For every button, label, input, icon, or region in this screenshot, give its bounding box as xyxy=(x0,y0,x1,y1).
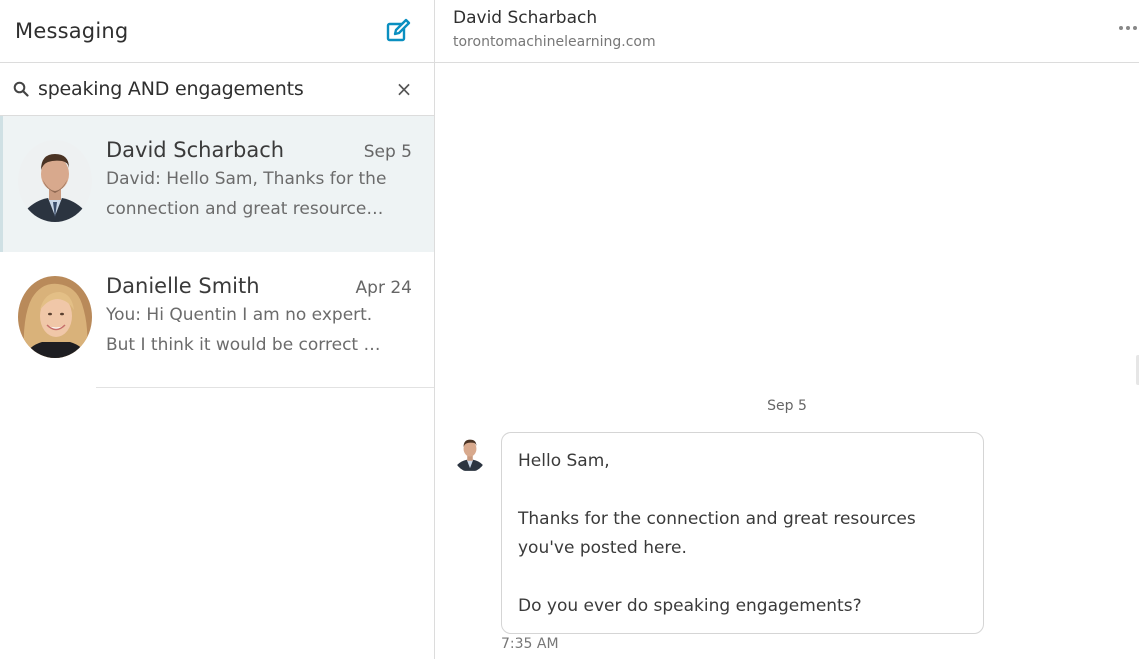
conversation-list-pane: Messaging × xyxy=(0,0,435,659)
conversation-item-david-scharbach[interactable]: David Scharbach Sep 5 David: Hello Sam, … xyxy=(0,116,434,252)
message-text: Thanks for the connection and great reso… xyxy=(518,509,916,529)
message-text: Hello Sam, xyxy=(518,451,610,471)
avatar xyxy=(18,276,92,358)
search-icon xyxy=(12,80,30,98)
snippet-line: But I think it would be correct … xyxy=(106,335,381,355)
conversation-header: David Scharbach torontomachinelearning.c… xyxy=(435,0,1139,63)
contact-subtitle: torontomachinelearning.com xyxy=(453,34,656,50)
message-text: Do you ever do speaking engagements? xyxy=(518,596,862,616)
messaging-header: Messaging xyxy=(0,0,434,63)
conversation-item-danielle-smith[interactable]: Danielle Smith Apr 24 You: Hi Quentin I … xyxy=(0,252,434,388)
message-thread[interactable]: Sep 5 Hello Sam, Thanks for the connecti… xyxy=(435,63,1139,659)
more-options-icon[interactable] xyxy=(1119,26,1137,30)
compose-icon[interactable] xyxy=(384,17,412,45)
messaging-app: Messaging × xyxy=(0,0,1139,659)
message-bubble: Hello Sam, Thanks for the connection and… xyxy=(501,432,984,634)
conversation-pane: David Scharbach torontomachinelearning.c… xyxy=(435,0,1139,659)
conversation-snippet: You: Hi Quentin I am no expert. But I th… xyxy=(106,300,412,360)
snippet-line: David: Hello Sam, Thanks for the xyxy=(106,169,387,189)
avatar xyxy=(18,140,92,222)
search-bar: × xyxy=(0,63,434,116)
snippet-line: You: Hi Quentin I am no expert. xyxy=(106,305,373,325)
conversation-date: Apr 24 xyxy=(355,278,412,298)
date-separator: Sep 5 xyxy=(767,398,807,414)
message-timestamp: 7:35 AM xyxy=(501,636,559,652)
messaging-title: Messaging xyxy=(15,19,129,43)
snippet-line: connection and great resource… xyxy=(106,199,384,219)
message-text: you've posted here. xyxy=(518,538,687,558)
contact-name[interactable]: David Scharbach xyxy=(453,7,1139,29)
search-input[interactable] xyxy=(38,78,394,100)
conversation-snippet: David: Hello Sam, Thanks for the connect… xyxy=(106,164,412,224)
conversation-name: Danielle Smith xyxy=(106,274,260,298)
avatar[interactable] xyxy=(453,432,487,472)
clear-search-icon[interactable]: × xyxy=(394,77,414,101)
conversation-name: David Scharbach xyxy=(106,138,285,162)
message-row: Hello Sam, Thanks for the connection and… xyxy=(453,432,984,634)
conversation-date: Sep 5 xyxy=(363,142,412,162)
